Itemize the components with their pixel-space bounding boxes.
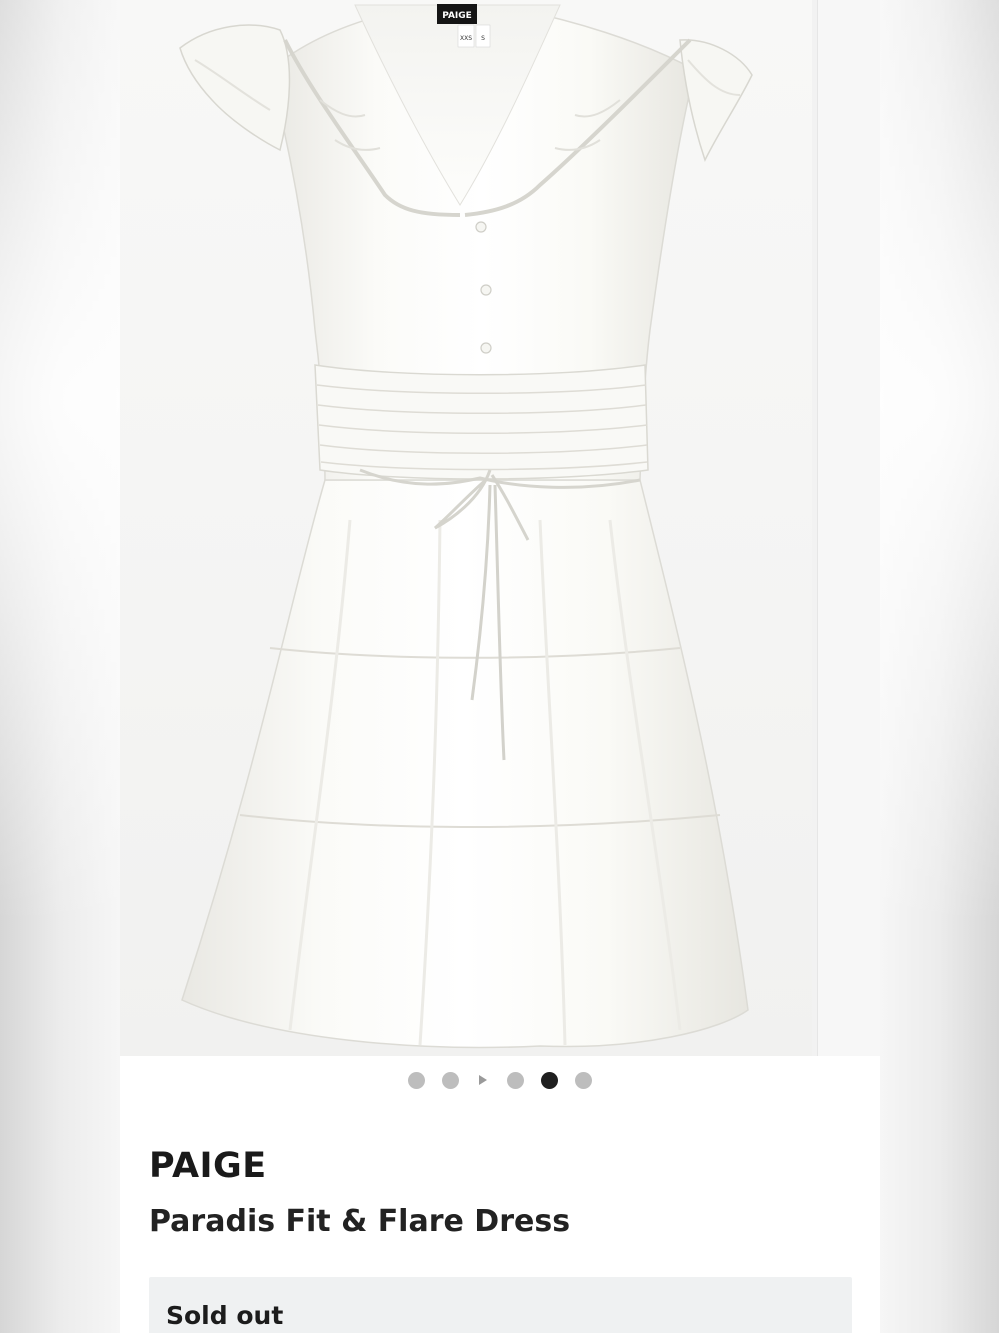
next-image-peek[interactable] (817, 0, 880, 1056)
availability-banner: Sold out (149, 1277, 852, 1333)
product-page: PAIGE XXS S PAIGE Paradis Fit & Flare Dr… (120, 0, 880, 1333)
dress-image: PAIGE XXS S (179, 4, 753, 1049)
brand-name[interactable]: PAIGE (149, 1146, 267, 1186)
gallery-dot-2[interactable] (442, 1071, 459, 1089)
gallery-pagination (120, 1068, 880, 1092)
gallery-dot-1[interactable] (408, 1071, 425, 1089)
gallery-dot-4-active[interactable] (541, 1071, 558, 1089)
product-image-gallery[interactable]: PAIGE XXS S (120, 0, 880, 1056)
garment-brand-label: PAIGE (442, 11, 472, 21)
sold-out-status: Sold out (166, 1301, 284, 1330)
size-tag-secondary: S (481, 35, 485, 42)
video-play-icon[interactable] (479, 1075, 487, 1085)
gallery-dot-5[interactable] (575, 1071, 592, 1089)
product-image[interactable]: PAIGE XXS S (120, 0, 812, 1056)
gallery-dot-3[interactable] (507, 1071, 524, 1089)
size-tag: XXS (460, 35, 472, 42)
product-title: Paradis Fit & Flare Dress (149, 1204, 571, 1239)
